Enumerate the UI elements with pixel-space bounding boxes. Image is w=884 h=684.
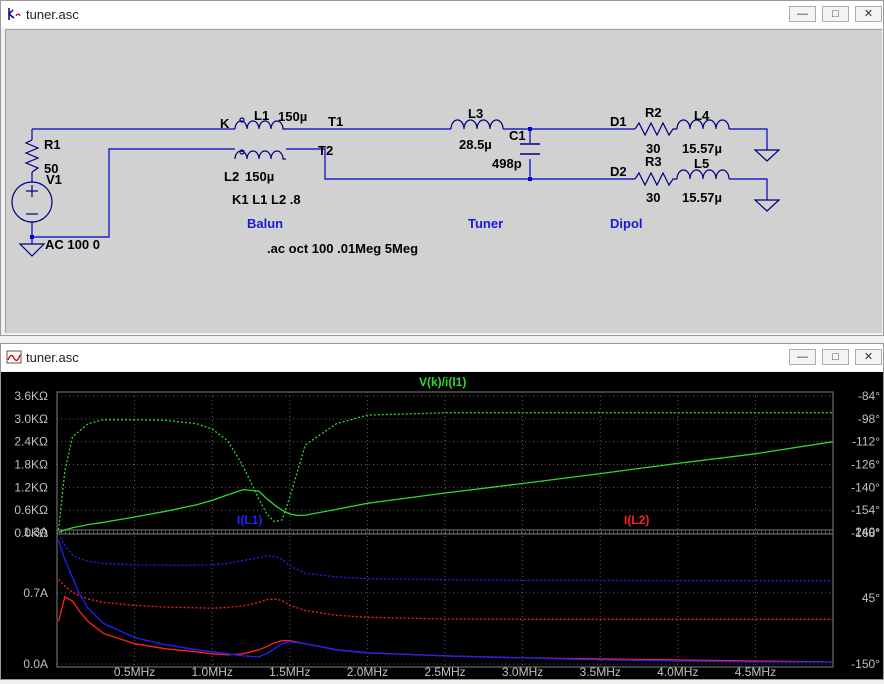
l2-inductor[interactable]: [234, 149, 286, 160]
y-left-tick-label: 0.7A: [23, 586, 48, 600]
y-right-tick-label: -140°: [851, 480, 880, 494]
ground-icon: [18, 243, 46, 257]
schematic-window-title: tuner.asc: [26, 7, 79, 22]
minimize-button[interactable]: —: [789, 6, 816, 22]
schematic-window: tuner.asc — □ ✕ R1 50 V1 AC 100 0 K L1 1…: [0, 0, 884, 336]
y-right-tick-label: -98°: [858, 412, 880, 426]
l3-value: 28.5µ: [459, 137, 492, 152]
waveform-app-icon: [6, 350, 22, 364]
v1-name: V1: [46, 172, 62, 187]
waveform-plot-area[interactable]: 0.5MHz 1.0MHz 1.5MHz 2.0MHz 2.5MHz 3.0MHz 3.5M…: [1, 372, 883, 679]
y-left-tick-label: 3.0KΩ: [14, 412, 48, 426]
x-tick-label: 1.5MHz: [269, 665, 310, 679]
trace-label-il2[interactable]: I(L2): [624, 513, 649, 527]
traces: [57, 412, 834, 663]
waveform-titlebar[interactable]: tuner.asc — □ ✕: [1, 344, 883, 371]
y-right-tick-label: -112°: [852, 435, 880, 449]
y-right-tick-label: 240°: [855, 525, 880, 539]
node-d1-label: D1: [610, 114, 627, 129]
ground-icon: [753, 149, 781, 162]
minimize-button[interactable]: —: [789, 349, 816, 365]
waveform-window: tuner.asc — □ ✕ 0.5MHz 1.0MHz 1.5MHz 2.0MHz…: [0, 343, 884, 680]
schematic-canvas[interactable]: R1 50 V1 AC 100 0 K L1 150µ L2 150µ K1 L…: [5, 29, 882, 333]
c1-capacitor[interactable]: [520, 143, 540, 155]
ac-analysis-directive[interactable]: .ac oct 100 .01Meg 5Meg: [267, 241, 418, 256]
c1-name: C1: [509, 128, 526, 143]
y-right-tick-label: -150°: [851, 657, 880, 671]
y-left-tick-label: 3.6KΩ: [14, 389, 48, 403]
schematic-titlebar[interactable]: tuner.asc — □ ✕: [1, 1, 883, 28]
x-tick-label: 1.0MHz: [192, 665, 233, 679]
node-t1-label: T1: [328, 114, 343, 129]
r3-resistor[interactable]: [634, 171, 677, 187]
close-button[interactable]: ✕: [855, 6, 882, 22]
dipol-label: Dipol: [610, 216, 643, 231]
v1-source[interactable]: [11, 181, 53, 223]
l4-value: 15.57µ: [682, 141, 722, 156]
il2-phase-trace: [58, 578, 833, 620]
balun-label: Balun: [247, 216, 283, 231]
maximize-button[interactable]: □: [822, 349, 849, 365]
l1-value: 150µ: [278, 109, 307, 124]
x-tick-label: 0.5MHz: [114, 665, 155, 679]
v1-value: AC 100 0: [45, 237, 100, 252]
l2-value: 150µ: [245, 169, 274, 184]
x-tick-label: 3.5MHz: [580, 665, 621, 679]
l5-name: L5: [694, 156, 709, 171]
y-left-tick-label: 1.2KΩ: [14, 480, 48, 494]
maximize-button[interactable]: □: [822, 6, 849, 22]
schematic-app-icon: [8, 8, 21, 20]
r2-resistor[interactable]: [634, 121, 677, 137]
y-left-tick-label: 1.8KΩ: [14, 458, 48, 472]
ground-icon: [753, 199, 781, 212]
r2-name: R2: [645, 105, 662, 120]
il1-phase-trace: [58, 533, 833, 582]
y-right-tick-label: -154°: [851, 503, 880, 517]
trace-label-impedance[interactable]: V(k)/i(l1): [419, 375, 466, 389]
coupling-directive[interactable]: K1 L1 L2 .8: [232, 192, 301, 207]
r1-name: R1: [44, 137, 61, 152]
l1-name: L1: [254, 108, 269, 123]
node-k-label: K: [220, 116, 230, 131]
il1-magnitude-trace: [57, 539, 833, 663]
waveform-window-title: tuner.asc: [26, 350, 79, 365]
y-right-tick-label: -84°: [858, 389, 880, 403]
trace-label-il1[interactable]: I(L1): [237, 513, 262, 527]
y-left-tick-label: 0.0A: [23, 657, 48, 671]
l2-name: L2: [224, 169, 239, 184]
l3-inductor[interactable]: [450, 119, 504, 130]
l5-value: 15.57µ: [682, 190, 722, 205]
y-left-tick-label: 1.3A: [23, 525, 48, 539]
x-tick-label: 4.5MHz: [735, 665, 776, 679]
r3-name: R3: [645, 154, 662, 169]
x-tick-label: 2.5MHz: [424, 665, 465, 679]
close-button[interactable]: ✕: [855, 349, 882, 365]
l3-name: L3: [468, 106, 483, 121]
node-t2-label: T2: [318, 143, 333, 158]
y-left-tick-label: 0.6KΩ: [14, 503, 48, 517]
tuner-label: Tuner: [468, 216, 503, 231]
l5-inductor[interactable]: [676, 169, 730, 180]
c1-value: 498p: [492, 156, 522, 171]
x-tick-label: 3.0MHz: [502, 665, 543, 679]
x-tick-label: 4.0MHz: [657, 665, 698, 679]
node-d2-label: D2: [610, 164, 627, 179]
r1-resistor[interactable]: [24, 139, 40, 173]
l4-name: L4: [694, 108, 710, 123]
il2-magnitude-trace: [57, 596, 834, 663]
x-tick-label: 2.0MHz: [347, 665, 388, 679]
y-right-tick-label: -126°: [851, 458, 880, 472]
r3-value: 30: [646, 190, 660, 205]
y-left-tick-label: 2.4KΩ: [14, 435, 48, 449]
impedance-phase-trace: [57, 412, 833, 530]
y-right-tick-label: 45°: [862, 591, 880, 605]
